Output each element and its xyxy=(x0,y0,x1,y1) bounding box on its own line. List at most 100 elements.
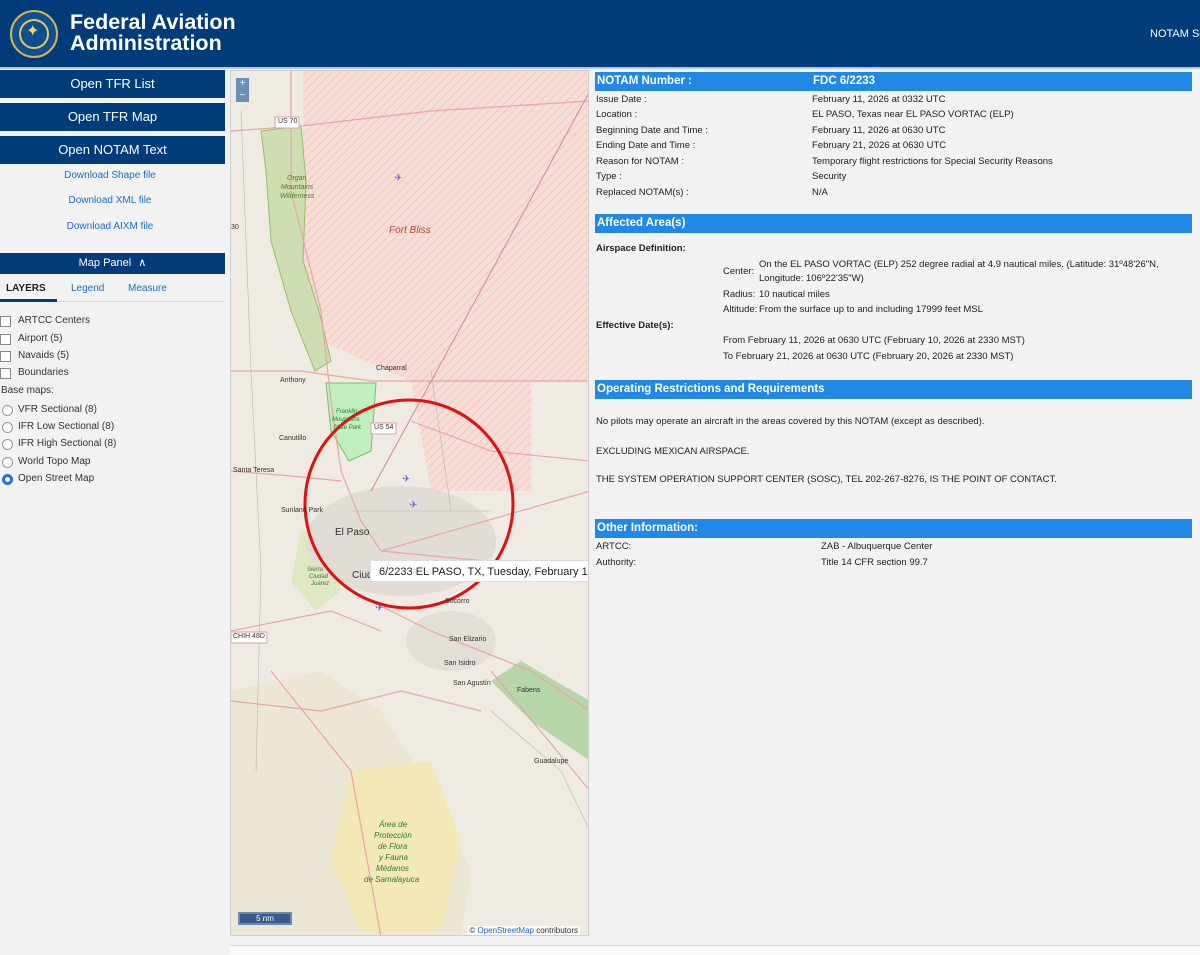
site-title[interactable]: Federal Aviation Administration xyxy=(70,10,236,55)
map-label-guadalupe: Guadalupe xyxy=(534,758,569,765)
altitude-value: From the surface up to and including 179… xyxy=(759,304,983,315)
basemaps-label: Base maps: xyxy=(1,385,54,396)
replaced-value: N/A xyxy=(812,187,828,198)
map-label-chih-48d: CHIH 48D xyxy=(233,633,265,640)
map-label-area-3: de Flora xyxy=(378,842,408,851)
zoom-in-button[interactable]: + xyxy=(236,78,249,90)
map-label-area-2: Protección xyxy=(374,831,412,840)
checkbox[interactable] xyxy=(0,316,11,327)
authority-value: Title 14 CFR section 99.7 xyxy=(821,557,928,568)
authority-label: Authority: xyxy=(596,557,637,568)
active-tab-indicator xyxy=(0,299,57,302)
reason-value: Temporary flight restrictions for Specia… xyxy=(812,156,1053,167)
reason-label: Reason for NOTAM : xyxy=(596,156,684,167)
map-label-us70: US 70 xyxy=(278,118,298,125)
layer-label: ARTCC Centers xyxy=(18,315,91,326)
checkbox[interactable] xyxy=(0,351,11,362)
notam-search-link[interactable]: NOTAM Se xyxy=(1150,28,1200,40)
open-notam-text-button[interactable]: Open NOTAM Text xyxy=(0,136,225,164)
left-panel: Open TFR List Open TFR Map Open NOTAM Te… xyxy=(0,69,226,955)
issue-date-label: Issue Date : xyxy=(596,94,647,105)
end-date-value: February 21, 2026 at 0630 UTC xyxy=(812,140,947,151)
basemap-label: IFR High Sectional (8) xyxy=(18,438,117,449)
notam-details: NOTAM Number : FDC 6/2233 Issue Date : F… xyxy=(593,70,1200,955)
radio[interactable] xyxy=(2,405,13,416)
map-label-fabens: Fabens xyxy=(517,687,541,694)
open-tfr-map-button[interactable]: Open TFR Map xyxy=(0,103,225,131)
svg-text:✈: ✈ xyxy=(402,474,410,485)
site-title-line2: Administration xyxy=(70,31,222,55)
layer-label: Navaids (5) xyxy=(18,350,70,361)
layer-label: Airport (5) xyxy=(18,333,63,344)
map-label-sierra: Sierra xyxy=(307,567,324,573)
center-label: Center: xyxy=(723,266,755,277)
tab-measure[interactable]: Measure xyxy=(128,283,167,294)
checkbox[interactable] xyxy=(0,334,11,345)
map-label-area-5: Médanos xyxy=(376,864,409,873)
issue-date-value: February 11, 2026 at 0332 UTC xyxy=(812,94,946,105)
map-label-wilderness: Wilderness xyxy=(280,193,315,200)
affected-area-header: Affected Area(s) xyxy=(595,214,1192,233)
page-footer-divider xyxy=(230,945,1200,955)
airspace-definition-label: Airspace Definition: xyxy=(596,243,686,254)
site-title-line1: Federal Aviation xyxy=(70,10,236,34)
attribution-suffix: contributors xyxy=(533,926,578,935)
download-shape-link[interactable]: Download Shape file xyxy=(0,170,220,181)
zoom-control: + − xyxy=(236,78,249,102)
map-graphics: ✈ ✈ ✈ ✈ xyxy=(231,71,588,935)
basemap-label: World Topo Map xyxy=(18,456,91,467)
map-panel-tabs: LAYERS Legend Measure xyxy=(0,276,225,302)
effective-from: From February 11, 2026 at 0630 UTC (Febr… xyxy=(723,335,1025,346)
map-label-san-isidro: San Isidro xyxy=(444,660,476,667)
notam-number-header: NOTAM Number : FDC 6/2233 xyxy=(595,72,1192,91)
map-panel-toggle[interactable]: Map Panel ∧ xyxy=(0,253,225,274)
download-xml-link[interactable]: Download XML file xyxy=(0,195,220,206)
checkbox[interactable] xyxy=(0,368,11,379)
layer-label: Boundaries xyxy=(18,367,69,378)
altitude-label: Altitude: xyxy=(723,304,758,315)
map-label-fort-bliss: Fort Bliss xyxy=(389,225,431,236)
openstreetmap-link[interactable]: OpenStreetMap xyxy=(477,926,533,935)
map-label-chaparral: Chaparral xyxy=(376,365,407,372)
open-tfr-list-button[interactable]: Open TFR List xyxy=(0,70,225,98)
type-value: Security xyxy=(812,171,847,182)
map-panel-label: Map Panel xyxy=(78,257,132,269)
tab-layers[interactable]: LAYERS xyxy=(6,283,46,294)
begin-date-label: Beginning Date and Time : xyxy=(596,125,708,136)
map-label-anthony: Anthony xyxy=(280,377,306,384)
svg-text:✈: ✈ xyxy=(375,603,383,614)
operating-text-1: No pilots may operate an aircraft in the… xyxy=(596,416,985,427)
download-aixm-link[interactable]: Download AIXM file xyxy=(0,221,220,232)
center-value-line1: On the EL PASO VORTAC (ELP) 252 degree r… xyxy=(759,259,1159,270)
map-label-sunland-park: Sunland Park xyxy=(281,507,324,514)
map-label-organ: Organ xyxy=(287,175,307,182)
faa-seal-logo[interactable]: ✦ xyxy=(10,10,58,58)
radio[interactable] xyxy=(2,422,13,433)
end-date-label: Ending Date and Time : xyxy=(596,140,696,151)
notam-number-label: NOTAM Number : xyxy=(597,75,692,87)
tfr-map[interactable]: ✈ ✈ ✈ ✈ US 70 30 Organ Mountains Wildern… xyxy=(230,70,589,936)
operating-text-3: THE SYSTEM OPERATION SUPPORT CENTER (SOS… xyxy=(596,474,1057,485)
site-header: ✦ Federal Aviation Administration NOTAM … xyxy=(0,0,1200,69)
basemap-label: IFR Low Sectional (8) xyxy=(18,421,115,432)
tab-legend[interactable]: Legend xyxy=(71,283,104,294)
effective-to: To February 21, 2026 at 0630 UTC (Februa… xyxy=(723,351,1014,362)
svg-text:✈: ✈ xyxy=(409,500,417,511)
map-label-socorro: Socorro xyxy=(445,598,470,605)
map-label-juarez: Juárez xyxy=(311,581,330,587)
chevron-up-icon: ∧ xyxy=(138,257,147,269)
map-label-us54: US 54 xyxy=(374,424,394,431)
begin-date-value: February 11, 2026 at 0630 UTC xyxy=(812,125,946,136)
effective-dates-label: Effective Date(s): xyxy=(596,320,674,331)
notam-number-value: FDC 6/2233 xyxy=(813,75,876,87)
radio[interactable] xyxy=(2,439,13,450)
radius-label: Radius: xyxy=(723,289,756,300)
map-label-mountains: Mountains xyxy=(281,184,314,191)
other-information-header: Other Information: xyxy=(595,519,1192,538)
artcc-value: ZAB - Albuquerque Center xyxy=(821,541,933,552)
radio-selected[interactable] xyxy=(2,474,13,485)
zoom-out-button[interactable]: − xyxy=(236,90,249,102)
map-label-santa-teresa: Santa Teresa xyxy=(233,467,275,474)
radio[interactable] xyxy=(2,457,13,468)
map-label-area-6: de Samalayuca xyxy=(364,875,420,884)
